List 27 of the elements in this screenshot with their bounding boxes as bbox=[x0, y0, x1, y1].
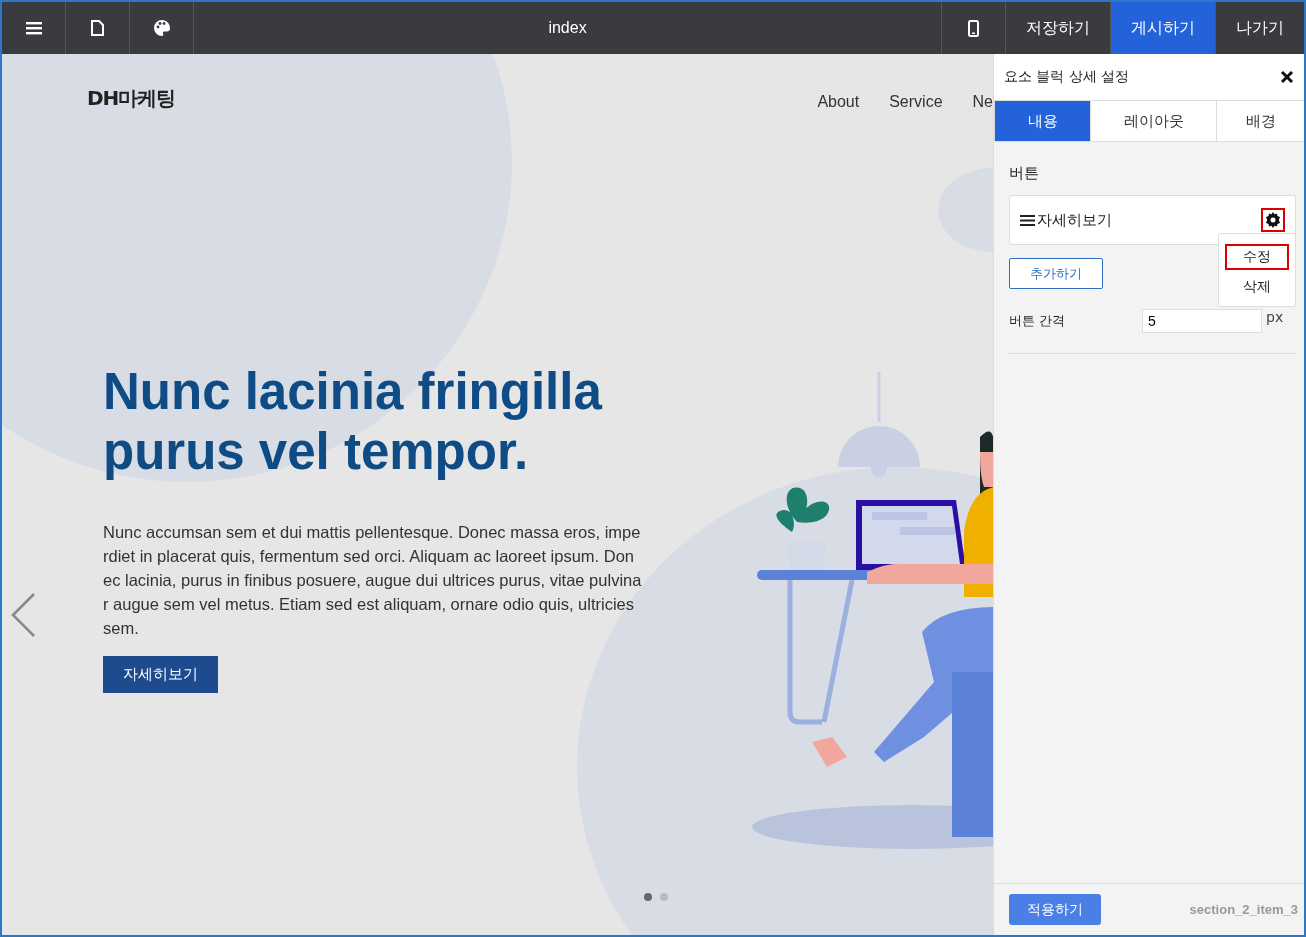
panel-title: 요소 블럭 상세 설정 bbox=[1004, 68, 1130, 86]
button-item-label: 자세히보기 bbox=[1037, 210, 1113, 230]
add-button[interactable]: 추가하기 bbox=[1009, 258, 1103, 289]
element-id: section_2_item_3 bbox=[1189, 902, 1298, 917]
button-list-item[interactable]: 자세히보기 bbox=[1009, 195, 1296, 245]
hero-text: Nunc accumsan sem et dui mattis pellentesque. Donec massa eros, imperdiet in placerat quis, fermentum sed orci. Aliquam ac laoreet ipsum. Donec lacinia, purus in finibus posuere, augue dui ultrices purus, vitae pulvinar augue sem vel metus. Etiam sed est aliquam, ornare odio quis, ultricies sem. bbox=[103, 522, 643, 639]
hero-button[interactable]: 자세히보기 bbox=[103, 656, 218, 693]
spacing-input[interactable]: 5 bbox=[1142, 309, 1262, 333]
hero-title: Nunc lacinia fringilla purus vel tempor. bbox=[103, 362, 604, 482]
menu-item[interactable]: 수정 bbox=[1225, 244, 1289, 270]
site-logo: DH마케팅 bbox=[87, 84, 176, 112]
toolbar-action[interactable]: 게시하기 bbox=[1110, 2, 1215, 54]
slide-dot[interactable] bbox=[660, 893, 668, 901]
spacing-label: 버튼 간격 bbox=[1009, 312, 1067, 330]
nav-link[interactable]: About bbox=[817, 93, 860, 111]
drag-handle-icon[interactable] bbox=[1020, 213, 1035, 227]
slide-dot[interactable] bbox=[644, 893, 652, 901]
unit-label: px bbox=[1266, 309, 1284, 325]
close-icon[interactable] bbox=[1280, 70, 1294, 84]
document-title: index bbox=[547, 18, 588, 38]
settings-icon[interactable] bbox=[1261, 208, 1285, 232]
apply-button[interactable]: 적용하기 bbox=[1009, 894, 1101, 925]
panel-tab[interactable]: 내용 bbox=[994, 101, 1090, 141]
nav-link[interactable]: Ne bbox=[972, 93, 993, 111]
nav-link[interactable]: Service bbox=[889, 93, 943, 111]
menu-item[interactable]: 삭제 bbox=[1225, 274, 1289, 300]
section-label: 버튼 bbox=[1009, 164, 1040, 183]
